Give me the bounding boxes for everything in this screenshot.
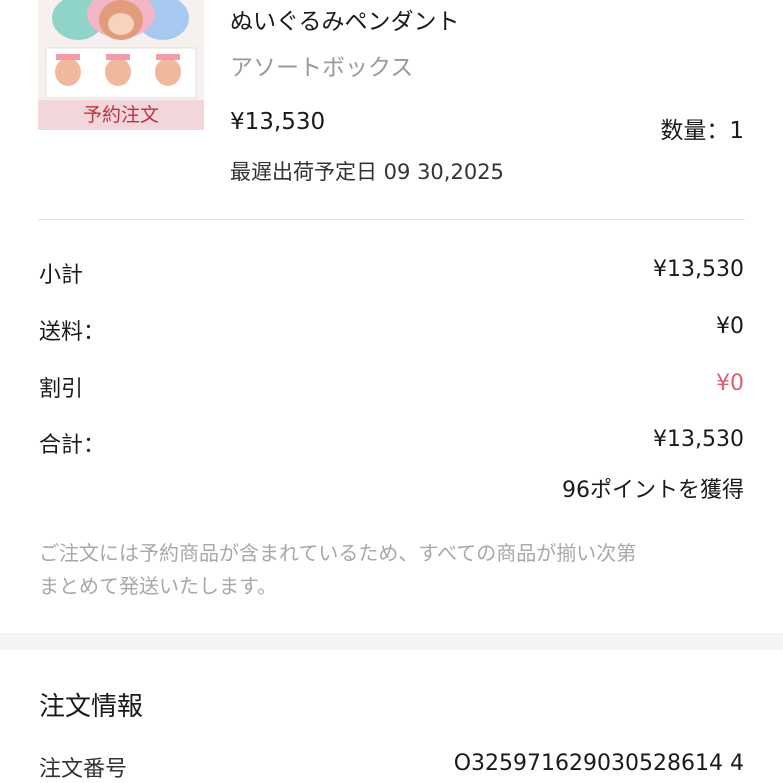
note-line-2: まとめて発送いたします。 [39,574,277,598]
subtotal-label: 小計 [39,263,84,288]
preorder-badge: 予約注文 [38,100,204,130]
product-variant: アソートボックス [230,55,414,81]
order-info-title: 注文情報 [39,692,144,722]
section-separator [0,633,783,650]
product-name[interactable]: ぬいぐるみペンダント [230,2,460,36]
product-image [38,0,204,100]
total-value: ¥13,530 [653,427,744,452]
product-price: ¥13,530 [230,109,326,135]
discount-value: ¥0 [716,371,744,396]
order-number-value[interactable]: O325971629030528614 4 [454,751,744,776]
shipping-value: ¥0 [716,314,744,339]
divider [38,219,745,220]
preorder-shipping-note: ご注文には予約商品が含まれているため、すべての商品が揃い次第 まとめて発送いたし… [39,537,759,603]
shipping-label: 送料： [39,320,106,345]
product-quantity: 数量：1 [660,118,744,144]
total-label: 合計： [39,433,106,458]
order-number-label: 注文番号 [39,757,128,782]
points-earned: 96ポイントを獲得 [562,478,744,503]
latest-ship-date: 最遅出荷予定日 09 30,2025 [230,160,504,184]
subtotal-value: ¥13,530 [653,257,744,282]
product-thumbnail[interactable]: 予約注文 [38,0,204,130]
note-line-1: ご注文には予約商品が含まれているため、すべての商品が揃い次第 [39,541,637,565]
discount-label: 割引 [39,377,84,402]
